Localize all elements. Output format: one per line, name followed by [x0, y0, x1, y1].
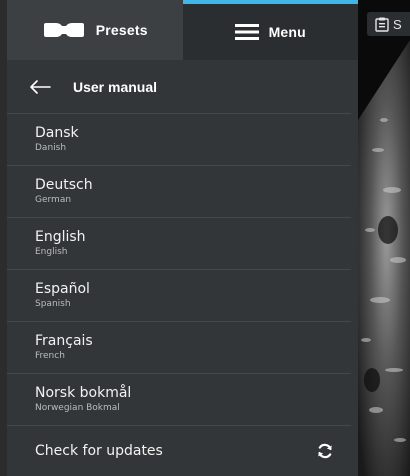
tab-menu-label: Menu	[268, 24, 306, 40]
ultrasound-image[interactable]	[358, 0, 410, 476]
menu-content: User manual Dansk Danish Deutsch German …	[7, 60, 351, 476]
language-english-name: Norwegian Bokmal	[35, 403, 120, 413]
language-item-english[interactable]: English English	[7, 218, 351, 270]
language-english-name: Spanish	[35, 299, 71, 309]
tab-presets-label: Presets	[95, 22, 148, 38]
scan-chip-label: S	[393, 16, 402, 32]
language-english-name: Danish	[35, 143, 67, 153]
tab-presets[interactable]: Presets	[7, 0, 183, 60]
language-item-spanish[interactable]: Español Spanish	[7, 270, 351, 322]
hamburger-icon	[234, 23, 259, 41]
check-updates-button[interactable]: Check for updates	[7, 426, 351, 476]
language-native-name: English	[35, 229, 86, 245]
language-english-name: German	[35, 195, 72, 205]
tab-menu[interactable]: Menu	[182, 0, 358, 60]
language-item-norwegian[interactable]: Norsk bokmål Norwegian Bokmal	[7, 374, 351, 426]
probe-icon	[42, 21, 86, 39]
back-arrow-icon[interactable]	[29, 79, 51, 94]
ultrasound-texture	[358, 40, 410, 476]
tab-bar: Presets Menu	[7, 0, 358, 60]
language-item-french[interactable]: Français French	[7, 322, 351, 374]
language-english-name: English	[35, 247, 68, 257]
language-native-name: Français	[35, 333, 93, 349]
panel-edge	[0, 0, 7, 476]
page-header: User manual	[7, 60, 351, 114]
scan-info-chip[interactable]: S	[367, 12, 410, 36]
refresh-icon[interactable]	[317, 443, 333, 459]
app-screen: S Presets Menu User manual Dansk Danish …	[0, 0, 410, 476]
language-native-name: Español	[35, 281, 90, 297]
side-panel: Presets Menu User manual Dansk Danish De…	[0, 0, 358, 476]
language-item-danish[interactable]: Dansk Danish	[7, 114, 351, 166]
check-updates-label: Check for updates	[35, 443, 163, 459]
language-native-name: Dansk	[35, 125, 79, 141]
page-title: User manual	[73, 78, 158, 95]
clipboard-icon	[375, 17, 389, 32]
language-english-name: French	[35, 351, 65, 361]
language-native-name: Norsk bokmål	[35, 385, 132, 401]
language-native-name: Deutsch	[35, 177, 93, 193]
language-item-german[interactable]: Deutsch German	[7, 166, 351, 218]
